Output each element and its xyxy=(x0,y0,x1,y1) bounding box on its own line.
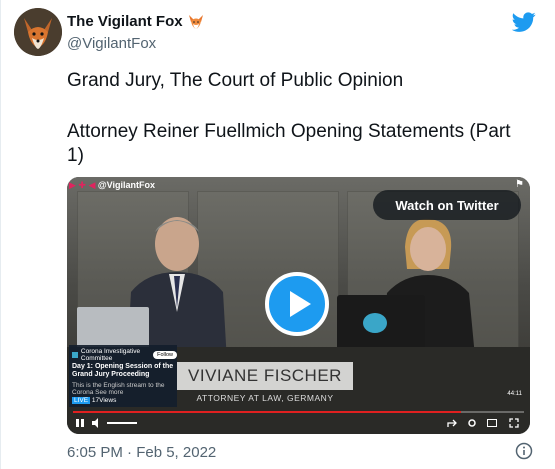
avatar[interactable] xyxy=(14,8,62,56)
channel-tag-label: @VigilantFox xyxy=(97,180,156,190)
captions-icon[interactable] xyxy=(487,418,497,428)
live-stream-overlay: Corona Investigative Committee Follow Da… xyxy=(69,345,177,407)
settings-gear-icon[interactable] xyxy=(467,418,477,428)
fox-emoji-icon xyxy=(188,14,203,29)
overlay-subtitle-row: This is the English stream to the Corona… xyxy=(72,382,174,396)
channel-tag: ▶ ✚ ◀ @VigilantFox xyxy=(69,180,155,191)
viewer-count: 17Views xyxy=(91,397,117,404)
video-progress-track[interactable] xyxy=(73,411,524,413)
overlay-channel-icon xyxy=(72,352,78,358)
overlay-live-row: LIVE 17Views xyxy=(72,397,116,404)
overlay-title: Day 1: Opening Session of the Grand Jury… xyxy=(72,363,174,378)
live-badge: LIVE xyxy=(72,397,91,404)
fox-avatar-icon xyxy=(14,8,62,56)
volume-slider[interactable] xyxy=(107,422,137,424)
lower-third-name: VIVIANE FISCHER xyxy=(177,362,353,390)
twitter-bird-icon[interactable] xyxy=(512,10,536,34)
flag-icon: ⚑ xyxy=(515,179,524,190)
author-name-row[interactable]: The Vigilant Fox xyxy=(67,13,204,30)
pause-icon[interactable] xyxy=(75,418,85,428)
lower-third-title: ATTORNEY AT LAW, GERMANY xyxy=(196,393,334,403)
video-progress-fill xyxy=(73,411,461,413)
overlay-follow-button[interactable]: Follow xyxy=(153,351,177,359)
info-icon[interactable] xyxy=(515,442,533,460)
play-button[interactable] xyxy=(265,272,329,336)
play-icon xyxy=(290,291,311,317)
video-controls xyxy=(67,415,530,434)
tweet-text-line-1: Grand Jury, The Court of Public Opinion xyxy=(67,70,404,91)
tweet-card: The Vigilant Fox @VigilantFox Grand Jury… xyxy=(0,0,553,469)
tweet-text-line-3: 1) xyxy=(67,145,84,166)
video-player[interactable]: ▶ ✚ ◀ @VigilantFox ⚑ Watch on Twitter Co… xyxy=(67,177,530,434)
overlay-see-more-link[interactable]: See more xyxy=(95,389,123,396)
overlay-time: 44:11 xyxy=(507,391,522,397)
author-display-name[interactable]: The Vigilant Fox xyxy=(67,13,183,30)
share-icon[interactable] xyxy=(447,418,457,428)
overlay-channel-name: Corona Investigative Committee xyxy=(80,348,141,362)
author-handle[interactable]: @VigilantFox xyxy=(67,35,156,52)
watch-on-twitter-button[interactable]: Watch on Twitter xyxy=(373,190,521,220)
volume-icon[interactable] xyxy=(91,418,103,428)
tweet-timestamp[interactable]: 6:05 PM · Feb 5, 2022 xyxy=(67,444,216,461)
channel-logo-icon: ▶ ✚ ◀ xyxy=(69,180,96,190)
fullscreen-icon[interactable] xyxy=(509,418,519,428)
overlay-header: Corona Investigative Committee Follow xyxy=(72,348,177,362)
tweet-text-line-2: Attorney Reiner Fuellmich Opening Statem… xyxy=(67,121,511,142)
